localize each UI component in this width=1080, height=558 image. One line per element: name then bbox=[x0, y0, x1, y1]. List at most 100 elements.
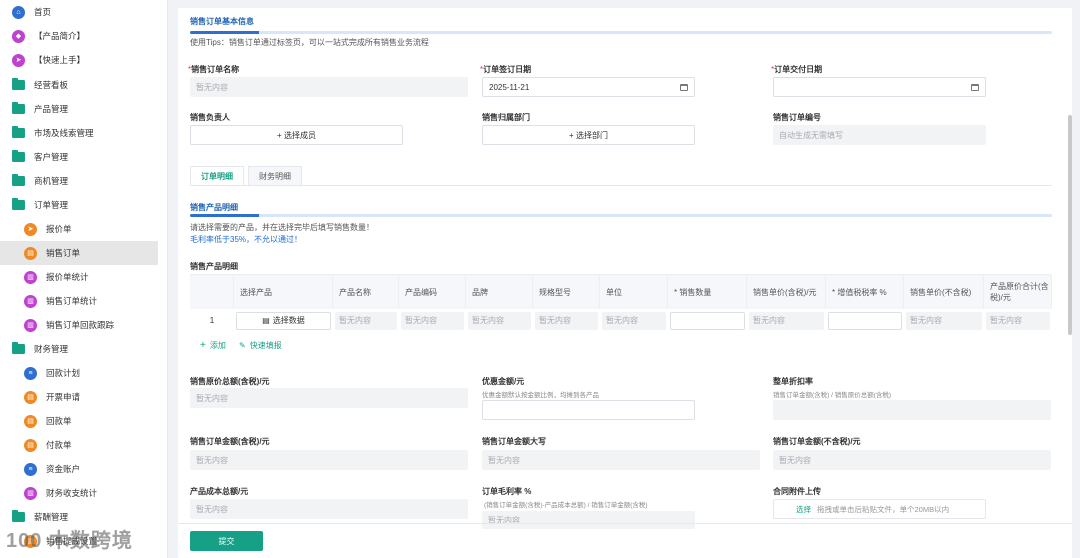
sidebar-item[interactable]: 订单管理 bbox=[0, 193, 158, 217]
discount-label: 优惠金额/元 bbox=[482, 377, 525, 386]
sidebar-item[interactable]: 市场及线索管理 bbox=[0, 121, 158, 145]
sidebar-item-label: 【产品简介】 bbox=[34, 31, 86, 41]
table-header-cell: 选择产品 bbox=[234, 275, 333, 309]
sidebar-item[interactable]: ≡ 资金账户 bbox=[0, 457, 158, 481]
sidebar-item[interactable]: ⌂ 首页 bbox=[0, 0, 158, 24]
upload-select-link[interactable]: 选择 bbox=[796, 504, 811, 515]
sidebar-item-label: 付款单 bbox=[46, 440, 72, 450]
table-cell[interactable] bbox=[668, 309, 747, 332]
table-cell: 暂无内容 bbox=[984, 309, 1052, 332]
tab-finance-detail[interactable]: 财务明细 bbox=[248, 166, 302, 186]
database-icon: ▤ bbox=[262, 316, 270, 325]
table-header-cell: 规格型号 bbox=[533, 275, 600, 309]
sidebar-item-label: 【快速上手】 bbox=[34, 55, 86, 65]
title-underline bbox=[190, 31, 1052, 34]
sidebar-item[interactable]: ▤ 回款单 bbox=[0, 409, 158, 433]
folder-icon bbox=[12, 198, 25, 212]
table-cell: 暂无内容 bbox=[904, 309, 984, 332]
order-name-input[interactable]: 暂无内容 bbox=[190, 77, 468, 97]
sidebar-item[interactable]: ➤ 【快速上手】 bbox=[0, 48, 158, 72]
chart-icon: ▥ bbox=[24, 270, 37, 284]
delivery-date-label: *订单交付日期 bbox=[771, 65, 823, 74]
dept-label: 销售归属部门 bbox=[482, 113, 530, 122]
select-data-button[interactable]: ▤ 选择数据 bbox=[236, 311, 331, 330]
sidebar-item[interactable]: ➤ 报价单 bbox=[0, 217, 158, 241]
delivery-date-picker[interactable] bbox=[773, 77, 986, 97]
folder-icon bbox=[12, 510, 25, 524]
table-cell: 暂无内容 bbox=[399, 309, 466, 332]
order-amount-input: 暂无内容 bbox=[190, 450, 468, 470]
table-input[interactable] bbox=[670, 311, 745, 330]
table-cell-value: 暂无内容 bbox=[749, 311, 824, 330]
select-member-button[interactable]: + 选择成员 bbox=[190, 125, 403, 145]
sidebar-item[interactable]: ◆ 【产品简介】 bbox=[0, 24, 158, 48]
quick-fill-button[interactable]: ✎ 快速填报 bbox=[239, 340, 282, 351]
sidebar-item[interactable]: ▥ 报价单统计 bbox=[0, 265, 158, 289]
sidebar-item-label: 销售订单回款跟踪 bbox=[46, 320, 115, 330]
table-cell: 暂无内容 bbox=[466, 309, 533, 332]
sidebar-item[interactable]: ≡ 回款计划 bbox=[0, 361, 158, 385]
sidebar-item[interactable]: ▥ 财务收支统计 bbox=[0, 481, 158, 505]
sidebar-item[interactable]: ▥ 销售订单统计 bbox=[0, 289, 158, 313]
table-cell-value: 暂无内容 bbox=[602, 311, 666, 330]
sign-date-picker[interactable]: 2025-11-21 bbox=[482, 77, 695, 97]
table-header-cell: 单位 bbox=[600, 275, 668, 309]
discount-rate-input bbox=[773, 400, 1051, 420]
table-cell-value: 暂无内容 bbox=[986, 311, 1050, 330]
tab-divider bbox=[190, 185, 1052, 186]
table-cell-value: 暂无内容 bbox=[468, 311, 531, 330]
table-header-cell: 产品原价合计(含税)/元 bbox=[984, 275, 1052, 309]
edit-icon: ✎ bbox=[239, 341, 246, 350]
sidebar-item[interactable]: 财务管理 bbox=[0, 337, 158, 361]
table-header-cell: 销售单价(不含税) bbox=[904, 275, 984, 309]
order-amount-label: 销售订单金额(含税)/元 bbox=[190, 437, 270, 446]
table-header-cell: 产品编码 bbox=[399, 275, 466, 309]
sidebar-item-label: 报价单统计 bbox=[46, 272, 89, 282]
table-input[interactable] bbox=[828, 311, 902, 330]
sidebar-item[interactable]: 经营看板 bbox=[0, 73, 158, 97]
margin-warning: 毛利率低于35%，不允以通过！ bbox=[190, 235, 303, 244]
table-cell[interactable] bbox=[826, 309, 904, 332]
footer-divider bbox=[178, 523, 1072, 524]
table-cell-value: 暂无内容 bbox=[535, 311, 598, 330]
table-cell[interactable]: ▤ 选择数据 bbox=[234, 309, 333, 332]
sidebar-item-label: 产品管理 bbox=[34, 104, 69, 114]
sidebar-item[interactable]: ▤ 付款单 bbox=[0, 433, 158, 457]
home-icon: ⌂ bbox=[12, 5, 25, 19]
owner-label: 销售负责人 bbox=[190, 113, 230, 122]
folder-icon bbox=[12, 102, 25, 116]
list-icon: ≡ bbox=[24, 462, 37, 476]
folder-icon bbox=[12, 126, 25, 140]
sidebar-item-label: 开票申请 bbox=[46, 392, 81, 402]
table-cell: 暂无内容 bbox=[333, 309, 399, 332]
sidebar-item-label: 报价单 bbox=[46, 224, 72, 234]
submit-button[interactable]: 提交 bbox=[190, 531, 263, 551]
discount-input[interactable] bbox=[482, 400, 695, 420]
cost-total-input: 暂无内容 bbox=[190, 499, 468, 519]
table-title: 销售产品明细 bbox=[190, 262, 238, 271]
scrollbar[interactable] bbox=[1068, 115, 1072, 335]
sidebar-item-label: 财务收支统计 bbox=[46, 488, 98, 498]
sidebar-item-label: 市场及线索管理 bbox=[34, 128, 94, 138]
sidebar-item-label: 经营看板 bbox=[34, 80, 69, 90]
sidebar-item[interactable]: 商机管理 bbox=[0, 169, 158, 193]
folder-icon bbox=[12, 78, 25, 92]
order-amount-upper-input: 暂无内容 bbox=[482, 450, 760, 470]
send-icon: ➤ bbox=[24, 222, 37, 236]
sidebar-item[interactable]: ▤ 开票申请 bbox=[0, 385, 158, 409]
sidebar-item-label: 回款计划 bbox=[46, 368, 81, 378]
sidebar-item[interactable]: 客户管理 bbox=[0, 145, 158, 169]
sidebar-item[interactable]: ▥ 销售订单回款跟踪 bbox=[0, 313, 158, 337]
table-header-cell: 品牌 bbox=[466, 275, 533, 309]
folder-icon bbox=[12, 174, 25, 188]
add-row-button[interactable]: + 添加 bbox=[200, 340, 226, 351]
main-panel: 销售订单基本信息 使用Tips：销售订单通过标签页，可以一站式完成所有销售业务流… bbox=[178, 8, 1072, 558]
chart-icon: ▥ bbox=[24, 294, 37, 308]
table-header-cell: * 销售数量 bbox=[668, 275, 747, 309]
sidebar-item[interactable]: ▤ 销售订单 bbox=[0, 241, 158, 265]
select-dept-button[interactable]: + 选择部门 bbox=[482, 125, 695, 145]
tab-order-detail[interactable]: 订单明细 bbox=[190, 166, 244, 186]
margin-input: 暂无内容 bbox=[482, 511, 695, 529]
file-upload-area[interactable]: 选择 拖拽或单击后粘贴文件，单个20MB以内 bbox=[773, 499, 986, 519]
sidebar-item[interactable]: 产品管理 bbox=[0, 97, 158, 121]
